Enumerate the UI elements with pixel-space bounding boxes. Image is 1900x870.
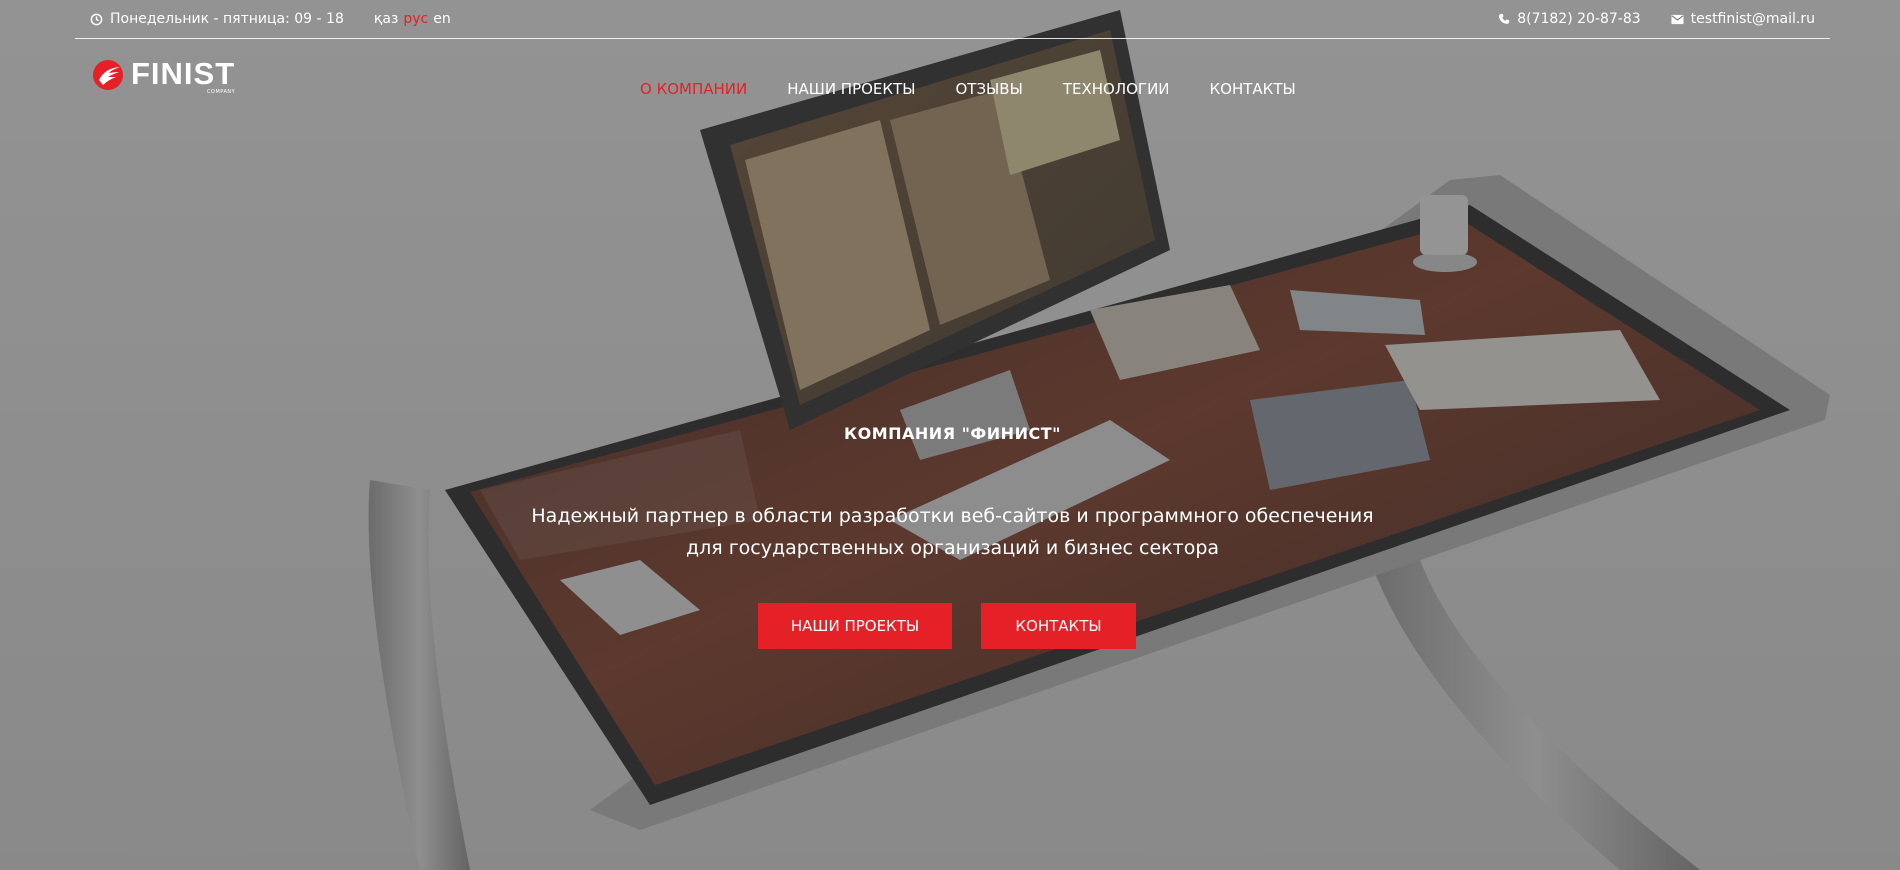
lang-ru[interactable]: рус — [403, 11, 428, 27]
phone-icon — [1498, 13, 1510, 25]
logo-wordmark: FINIST — [131, 56, 236, 91]
top-bar-right: 8(7182) 20-87-83 testfinist@mail.ru — [1483, 11, 1830, 27]
hero-buttons: НАШИ ПРОЕКТЫ КОНТАКТЫ — [758, 603, 1136, 649]
lang-kz[interactable]: қаз — [374, 11, 398, 27]
top-bar-left: Понедельник - пятница: 09 - 18 қаз рус e… — [75, 11, 451, 27]
lang-en[interactable]: en — [433, 11, 451, 27]
email-contact[interactable]: testfinist@mail.ru — [1656, 11, 1830, 27]
logo-subtitle: COMPANY — [207, 89, 236, 95]
working-hours: Понедельник - пятница: 09 - 18 — [75, 11, 359, 27]
envelope-icon — [1671, 14, 1684, 25]
falcon-logo-icon — [91, 58, 125, 96]
company-logo[interactable]: FINIST COMPANY — [91, 58, 235, 96]
top-bar: Понедельник - пятница: 09 - 18 қаз рус e… — [75, 0, 1830, 39]
contacts-button[interactable]: КОНТАКТЫ — [981, 603, 1136, 649]
working-hours-text: Понедельник - пятница: 09 - 18 — [110, 11, 344, 27]
nav-contacts[interactable]: КОНТАКТЫ — [1210, 80, 1296, 98]
our-projects-button[interactable]: НАШИ ПРОЕКТЫ — [758, 603, 952, 649]
hero-subtitle: Надежный партнер в области разработки ве… — [531, 505, 1374, 559]
nav-about[interactable]: О КОМПАНИИ — [640, 80, 747, 98]
nav-technologies[interactable]: ТЕХНОЛОГИИ — [1063, 80, 1170, 98]
phone-number: 8(7182) 20-87-83 — [1517, 11, 1641, 27]
nav-projects[interactable]: НАШИ ПРОЕКТЫ — [787, 80, 915, 98]
clock-icon — [90, 13, 103, 26]
email-address: testfinist@mail.ru — [1690, 11, 1815, 27]
main-nav: О КОМПАНИИ НАШИ ПРОЕКТЫ ОТЗЫВЫ ТЕХНОЛОГИ… — [640, 80, 1296, 98]
nav-reviews[interactable]: ОТЗЫВЫ — [955, 80, 1022, 98]
hero-title: КОМПАНИЯ "ФИНИСТ" — [844, 424, 1061, 443]
phone-contact[interactable]: 8(7182) 20-87-83 — [1483, 11, 1655, 27]
language-switcher: қаз рус en — [374, 11, 451, 27]
